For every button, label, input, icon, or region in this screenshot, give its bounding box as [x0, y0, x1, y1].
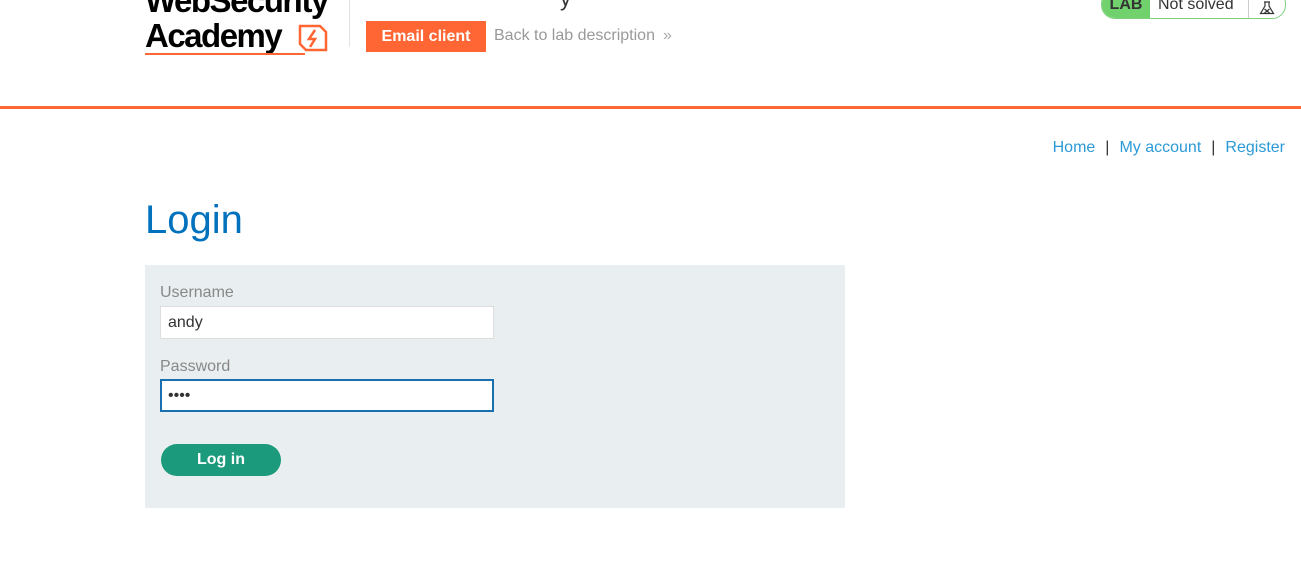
lab-status-widget: LAB Not solved [1101, 0, 1286, 19]
email-client-button[interactable]: Email client [366, 21, 486, 52]
lab-title: y [560, 0, 571, 12]
username-label: Username [160, 284, 234, 301]
lightning-bolt-icon [298, 24, 328, 52]
header-divider [349, 0, 350, 47]
top-navigation: Home | My account | Register [1053, 139, 1285, 157]
nav-my-account-link[interactable]: My account [1119, 139, 1201, 157]
back-to-lab-description-link[interactable]: Back to lab description » [494, 27, 672, 45]
page-title: Login [145, 198, 243, 242]
lab-badge: LAB [1102, 0, 1150, 18]
back-link-label: Back to lab description [494, 27, 655, 44]
username-input[interactable]: andy [160, 306, 494, 339]
nav-register-link[interactable]: Register [1225, 139, 1285, 157]
login-form: Username andy Password •••• Log in [145, 265, 845, 508]
password-label: Password [160, 358, 231, 375]
header-accent-rule [0, 106, 1301, 109]
double-chevron-right-icon: » [662, 27, 672, 44]
logo-text-line2: Academy [145, 17, 283, 54]
web-security-academy-logo[interactable]: WebSecurity Academy [145, 0, 350, 57]
page: WebSecurity Academy y Email client Back … [0, 0, 1301, 582]
lab-status-text: Not solved [1150, 0, 1249, 18]
flask-icon [1249, 0, 1285, 18]
header: WebSecurity Academy y Email client Back … [0, 0, 1301, 106]
password-input[interactable]: •••• [160, 379, 494, 412]
nav-separator: | [1211, 139, 1216, 156]
logo-underline [145, 53, 305, 55]
nav-separator: | [1105, 139, 1110, 156]
log-in-button[interactable]: Log in [161, 444, 281, 476]
nav-home-link[interactable]: Home [1053, 139, 1096, 157]
